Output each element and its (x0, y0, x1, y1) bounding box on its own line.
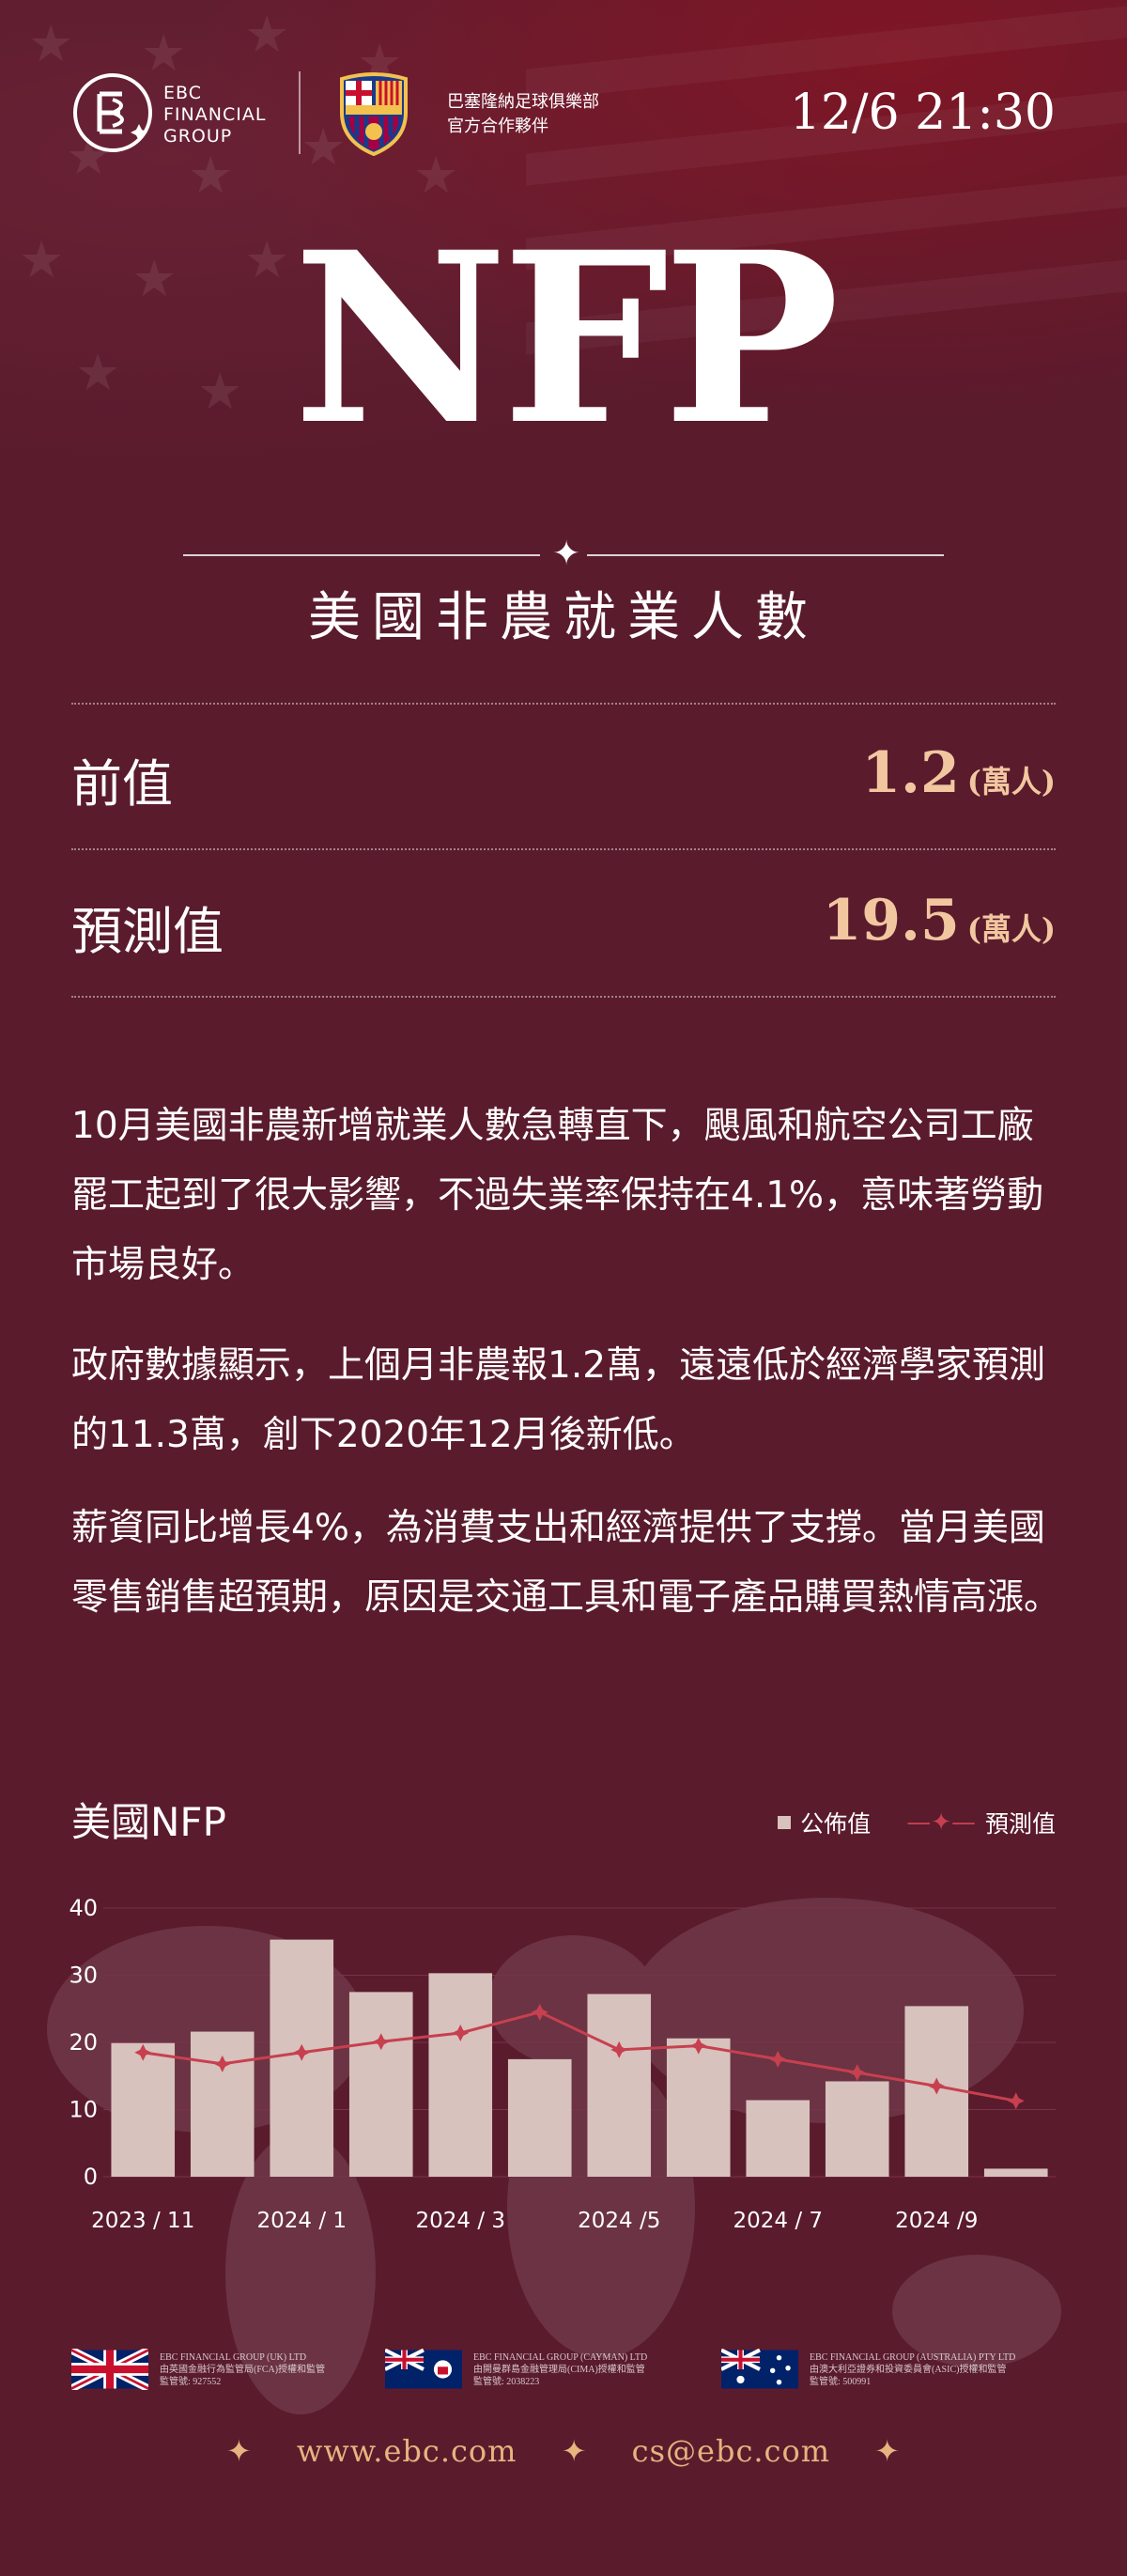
bar-2024/3 (428, 1973, 493, 2177)
chart-legend: 公佈值 —✦— 預測值 (778, 1806, 1056, 1839)
y-tick-label: 40 (69, 1895, 98, 1921)
y-tick-label: 30 (69, 1963, 98, 1989)
forecast-point-2024/7 (769, 2050, 787, 2068)
website-link[interactable]: www.ebc.com (297, 2433, 517, 2469)
regulator-authority: 由英國金融行為監管局(FCA)授權和監管 (160, 2364, 326, 2375)
bar-2024/7 (746, 2100, 811, 2177)
sparkle-icon: ✦ (225, 2433, 253, 2469)
forecast-value: 19.5 (萬人) (823, 888, 1056, 954)
email-link[interactable]: cs@ebc.com (632, 2433, 830, 2469)
cayman-flag-icon (385, 2349, 462, 2389)
divider (71, 848, 1056, 850)
previous-value-number: 1.2 (861, 740, 960, 806)
forecast-point-2024/8 (848, 2064, 866, 2082)
bar-2024/8 (825, 2081, 889, 2177)
legend-bar-swatch (778, 1816, 792, 1829)
footer: ✦ www.ebc.com ✦ cs@ebc.com ✦ (0, 2433, 1127, 2469)
star-icon: ★ (244, 5, 290, 64)
title-rule-left (183, 554, 540, 556)
bar-2024/6 (666, 2038, 731, 2177)
regulator-cayman: EBC FINANCIAL GROUP (CAYMAN) LTD 由開曼群島金融… (385, 2349, 647, 2390)
x-tick-label: 2024 / 7 (733, 2209, 823, 2233)
x-tick-label: 2024 / 3 (415, 2209, 505, 2233)
regulator-authority: 由澳大利亞證券和投資委員會(ASIC)授權和監管 (810, 2364, 1007, 2375)
brand-name: EBC FINANCIAL GROUP (163, 83, 266, 147)
sparkle-icon: ✦ (552, 535, 581, 573)
header: EBC FINANCIAL GROUP 巴塞隆納足球俱樂部 官方合作夥伴 12/… (71, 64, 1056, 163)
brand-line: GROUP (163, 126, 233, 147)
legend-line-swatch: —✦— (906, 1808, 976, 1837)
hero-title: NFP (293, 200, 840, 476)
title-rule-right (587, 554, 944, 556)
x-tick-label: 2023 / 11 (91, 2209, 194, 2233)
forecast-value-label: 預測值 (71, 902, 224, 961)
x-tick-label: 2024 /5 (578, 2209, 660, 2233)
body-paragraph: 10月美國非農新增就業人數急轉直下，颶風和航空公司工廠罷工起到了很大影響，不過失… (71, 1105, 1044, 1286)
regulator-entity: EBC FINANCIAL GROUP (AUSTRALIA) PTY LTD (810, 2351, 1016, 2363)
bar-2024/10 (983, 2168, 1048, 2177)
previous-value-unit: (萬人) (966, 764, 1056, 799)
australia-flag-icon (721, 2349, 798, 2389)
regulator-entity: EBC FINANCIAL GROUP (CAYMAN) LTD (473, 2351, 648, 2363)
regulator-authority: 由開曼群島金融管理局(CIMA)授權和監管 (473, 2364, 645, 2375)
star-icon: ★ (28, 14, 74, 73)
legend-line-label: 預測值 (984, 1810, 1056, 1838)
bar-2024/2 (348, 1992, 413, 2177)
fc-barcelona-crest-icon (340, 72, 408, 156)
sparkle-icon: ✦ (561, 2433, 588, 2469)
partner-text: 巴塞隆納足球俱樂部 官方合作夥伴 (447, 90, 599, 139)
bar-2024/5 (587, 1994, 652, 2177)
y-tick-label: 10 (69, 2097, 98, 2123)
regulator-number: 監管號: 2038223 (473, 2376, 540, 2387)
ebc-logo-icon (73, 73, 152, 152)
bar-2023/11 (111, 2042, 176, 2177)
uk-flag-icon (71, 2349, 148, 2390)
regulator-number: 監管號: 500991 (810, 2376, 872, 2387)
forecast-point-2024/4 (531, 2003, 548, 2021)
forecast-value-unit: (萬人) (966, 911, 1056, 947)
regulator-text: EBC FINANCIAL GROUP (CAYMAN) LTD 由開曼群島金融… (473, 2351, 647, 2388)
regulator-australia: EBC FINANCIAL GROUP (AUSTRALIA) PTY LTD … (721, 2349, 1015, 2390)
regulator-number: 監管號: 927552 (160, 2376, 222, 2387)
x-tick-label: 2024 / 1 (256, 2209, 347, 2233)
y-tick-label: 20 (69, 2029, 98, 2056)
body-paragraph: 政府數據顯示，上個月非農報1.2萬，遠遠低於經濟學家預測的11.3萬，創下202… (71, 1344, 1046, 1456)
x-tick-label: 2024 /9 (895, 2209, 978, 2233)
bar-2023/12 (190, 2031, 255, 2177)
regulator-text: EBC FINANCIAL GROUP (AUSTRALIA) PTY LTD … (810, 2351, 1015, 2388)
header-divider (299, 71, 301, 154)
chart-title: 美國NFP (71, 1799, 226, 1845)
regulator-strip: EBC FINANCIAL GROUP (UK) LTD 由英國金融行為監管局(… (71, 2349, 1056, 2405)
hero-subtitle: 美國非農就業人數 (308, 587, 819, 648)
sparkle-icon: ✦ (874, 2433, 902, 2469)
previous-value-label: 前值 (71, 754, 173, 814)
body-paragraph: 薪資同比增長4%，為消費支出和經濟提供了支撐。當月美國零售銷售超預期，原因是交通… (71, 1507, 1061, 1619)
partner-line: 巴塞隆納足球俱樂部 (447, 92, 599, 112)
release-datetime: 12/6 21:30 (789, 85, 1056, 141)
forecast-point-2024/10 (1007, 2092, 1025, 2110)
bar-2024/4 (507, 2058, 572, 2177)
partner-line: 官方合作夥伴 (447, 116, 548, 136)
y-tick-label: 0 (84, 2164, 98, 2190)
brand-line: EBC (163, 83, 202, 103)
regulator-entity: EBC FINANCIAL GROUP (UK) LTD (160, 2351, 307, 2363)
nfp-chart: 0 10 20 30 40 2023 / 11 2024 / 1 2024 / 3 2024 /… (69, 1895, 1056, 2233)
regulator-text: EBC FINANCIAL GROUP (UK) LTD 由英國金融行為監管局(… (160, 2351, 325, 2388)
divider (71, 703, 1056, 705)
brand-line: FINANCIAL (163, 104, 267, 125)
divider (71, 996, 1056, 998)
previous-value: 1.2 (萬人) (861, 740, 1056, 806)
regulator-uk: EBC FINANCIAL GROUP (UK) LTD 由英國金融行為監管局(… (71, 2349, 325, 2390)
legend-bar-label: 公佈值 (800, 1810, 872, 1838)
forecast-value-number: 19.5 (822, 888, 960, 954)
